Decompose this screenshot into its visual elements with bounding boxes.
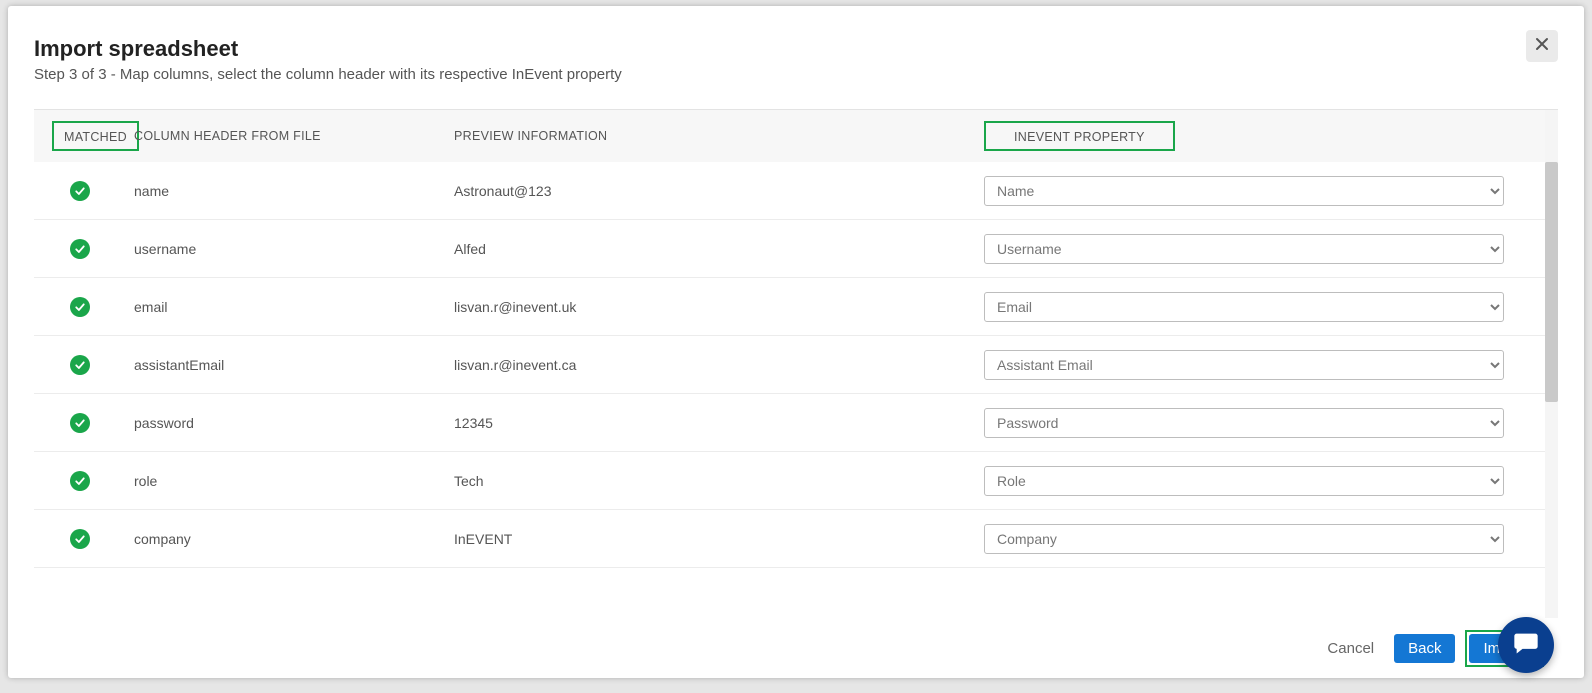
cell-column: company	[134, 531, 454, 547]
table-row: companyInEVENTCompany	[34, 510, 1558, 568]
matched-check-icon	[70, 413, 90, 433]
table-row: emaillisvan.r@inevent.ukEmail	[34, 278, 1558, 336]
table-row: usernameAlfedUsername	[34, 220, 1558, 278]
back-button[interactable]: Back	[1394, 634, 1455, 663]
header-property-label: INEVENT PROPERTY	[984, 121, 1175, 152]
chat-icon	[1512, 629, 1540, 662]
table-row: assistantEmaillisvan.r@inevent.caAssista…	[34, 336, 1558, 394]
matched-check-icon	[70, 297, 90, 317]
property-select[interactable]: Assistant Email	[984, 350, 1504, 380]
cell-property: Role	[984, 466, 1558, 496]
modal-header: Import spreadsheet Step 3 of 3 - Map col…	[8, 6, 1584, 101]
cancel-button[interactable]: Cancel	[1317, 634, 1384, 663]
table-body[interactable]: nameAstronaut@123NameusernameAlfedUserna…	[34, 162, 1558, 618]
mapping-table: MATCHED COLUMN HEADER FROM FILE PREVIEW …	[34, 109, 1558, 618]
property-select[interactable]: Role	[984, 466, 1504, 496]
cell-matched	[34, 181, 134, 201]
matched-check-icon	[70, 239, 90, 259]
header-matched-label: MATCHED	[52, 121, 139, 152]
cell-preview: 12345	[454, 415, 984, 431]
cell-preview: lisvan.r@inevent.uk	[454, 299, 984, 315]
table-row: roleTechRole	[34, 452, 1558, 510]
cell-preview: Astronaut@123	[454, 183, 984, 199]
close-icon	[1534, 36, 1550, 57]
cell-preview: Alfed	[454, 241, 984, 257]
cell-column: password	[134, 415, 454, 431]
header-column: COLUMN HEADER FROM FILE	[134, 129, 454, 143]
table-row: nameAstronaut@123Name	[34, 162, 1558, 220]
modal-subtitle: Step 3 of 3 - Map columns, select the co…	[34, 66, 622, 83]
cell-matched	[34, 239, 134, 259]
cell-matched	[34, 529, 134, 549]
property-select[interactable]: Password	[984, 408, 1504, 438]
property-select[interactable]: Username	[984, 234, 1504, 264]
cell-matched	[34, 471, 134, 491]
matched-check-icon	[70, 355, 90, 375]
matched-check-icon	[70, 529, 90, 549]
modal-footer: Cancel Back Import	[8, 618, 1584, 678]
import-spreadsheet-modal: Import spreadsheet Step 3 of 3 - Map col…	[8, 6, 1584, 678]
header-matched: MATCHED	[34, 121, 134, 152]
cell-column: assistantEmail	[134, 357, 454, 373]
cell-property: Company	[984, 524, 1558, 554]
cell-property: Email	[984, 292, 1558, 322]
cell-matched	[34, 297, 134, 317]
cell-preview: Tech	[454, 473, 984, 489]
cell-column: email	[134, 299, 454, 315]
cell-matched	[34, 413, 134, 433]
property-select[interactable]: Company	[984, 524, 1504, 554]
cell-preview: lisvan.r@inevent.ca	[454, 357, 984, 373]
cell-preview: InEVENT	[454, 531, 984, 547]
matched-check-icon	[70, 471, 90, 491]
cell-property: Assistant Email	[984, 350, 1558, 380]
header-property: INEVENT PROPERTY	[984, 121, 1558, 152]
cell-column: username	[134, 241, 454, 257]
matched-check-icon	[70, 181, 90, 201]
cell-column: name	[134, 183, 454, 199]
cell-property: Name	[984, 176, 1558, 206]
header-titles: Import spreadsheet Step 3 of 3 - Map col…	[34, 36, 622, 83]
table-row: password12345Password	[34, 394, 1558, 452]
table-header-row: MATCHED COLUMN HEADER FROM FILE PREVIEW …	[34, 110, 1558, 162]
cell-property: Username	[984, 234, 1558, 264]
modal-title: Import spreadsheet	[34, 36, 622, 62]
cell-property: Password	[984, 408, 1558, 438]
cell-matched	[34, 355, 134, 375]
property-select[interactable]: Name	[984, 176, 1504, 206]
scrollbar-thumb[interactable]	[1545, 162, 1558, 402]
close-button[interactable]	[1526, 30, 1558, 62]
header-preview: PREVIEW INFORMATION	[454, 129, 984, 143]
cell-column: role	[134, 473, 454, 489]
chat-widget-button[interactable]	[1498, 617, 1554, 673]
property-select[interactable]: Email	[984, 292, 1504, 322]
